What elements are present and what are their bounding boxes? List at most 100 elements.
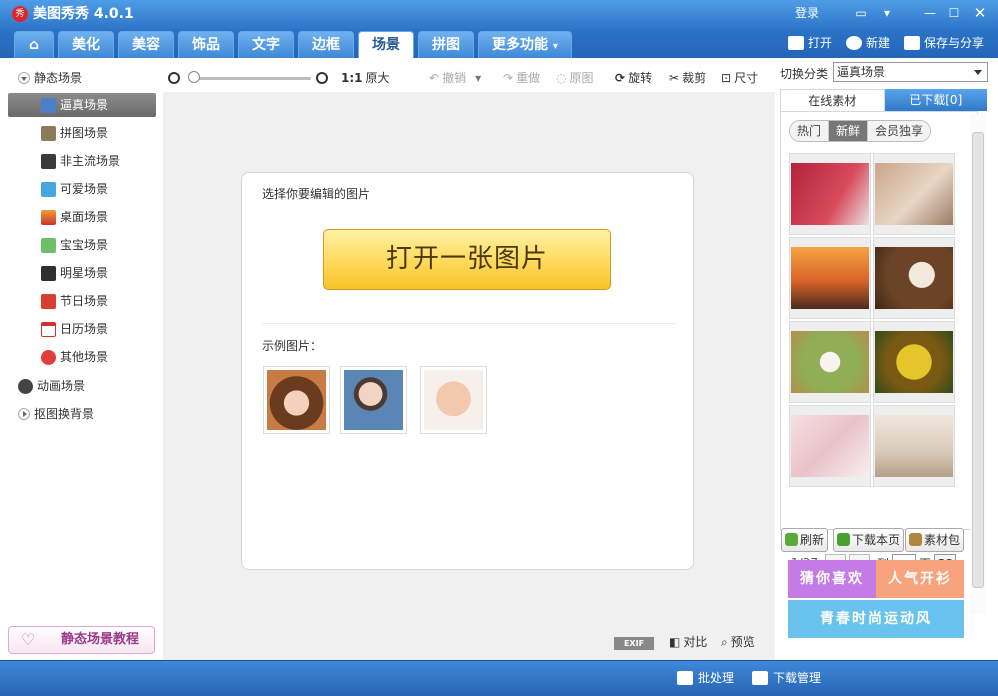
undo-button[interactable]: ↶ 撤销 ▾ xyxy=(429,66,481,90)
sidebar-item-realistic[interactable]: 逼真场景 xyxy=(8,93,156,117)
sidebar-item-star[interactable]: 明星场景 xyxy=(8,261,156,285)
save-share-label: 保存与分享 xyxy=(923,36,984,50)
open-image-button[interactable]: 打开一张图片 xyxy=(323,229,611,290)
banner-youth-sport[interactable]: 青春时尚运动风 xyxy=(788,600,964,638)
zoom-slider[interactable] xyxy=(193,77,311,80)
tab-online-materials[interactable]: 在线素材 xyxy=(780,89,885,111)
sample-image-girl[interactable] xyxy=(263,366,330,434)
heart-icon xyxy=(41,349,56,365)
download-manager-button[interactable]: 下载管理 xyxy=(752,669,821,687)
preview-button[interactable]: ⌕ 预览 xyxy=(721,632,755,652)
scroll-up-icon[interactable] xyxy=(972,116,984,128)
chevron-down-icon: ▾ xyxy=(552,41,558,52)
tutorial-button[interactable]: ♡ 静态场景教程 xyxy=(8,626,155,654)
material-thumb[interactable] xyxy=(789,405,871,487)
material-thumb[interactable] xyxy=(873,237,955,319)
batch-button[interactable]: 批处理 xyxy=(677,669,734,687)
sidebar-item-desktop[interactable]: 桌面场景 xyxy=(8,205,156,229)
sidebar-item-collage[interactable]: 拼图场景 xyxy=(8,121,156,145)
download-manager-label: 下载管理 xyxy=(773,671,822,685)
tab-downloaded[interactable]: 已下载[0] xyxy=(884,89,987,111)
tab-collage[interactable]: 拼图 xyxy=(418,31,474,58)
preview-label: 预览 xyxy=(730,635,755,649)
desktop-icon xyxy=(41,209,56,225)
festival-icon xyxy=(41,293,56,309)
redo-button[interactable]: ↷ 重做 xyxy=(503,66,540,90)
tab-beautify[interactable]: 美化 xyxy=(58,31,114,58)
original-button[interactable]: ◌ 原图 xyxy=(556,66,594,90)
new-button[interactable]: 新建 xyxy=(845,34,890,52)
open-image-panel: 选择你要编辑的图片 打开一张图片 示例图片： xyxy=(241,172,694,570)
sidebar-item-alternative[interactable]: 非主流场景 xyxy=(8,149,156,173)
refresh-button[interactable]: 刷新 xyxy=(781,528,829,552)
material-thumb[interactable] xyxy=(873,153,955,235)
category-select[interactable]: 逼真场景 xyxy=(833,62,988,82)
actual-size-button[interactable]: 1:1 原大 xyxy=(341,66,390,90)
tab-frame[interactable]: 边框 xyxy=(298,31,354,58)
material-thumb[interactable] xyxy=(789,237,871,319)
exif-button[interactable]: EXIF xyxy=(614,637,654,650)
scroll-down-icon[interactable] xyxy=(972,600,984,612)
open-button[interactable]: 打开 xyxy=(787,34,832,52)
tree-static-scenes[interactable]: 静态场景 xyxy=(18,68,82,88)
compare-button[interactable]: ◧ 对比 xyxy=(669,632,707,652)
sidebar-item-calendar[interactable]: 日历场景 xyxy=(8,317,156,341)
sidebar-item-baby[interactable]: 宝宝场景 xyxy=(8,233,156,257)
status-bar: 批处理 下载管理 xyxy=(0,660,998,696)
sample-image-woman[interactable] xyxy=(340,366,407,434)
menu-icon[interactable]: ▾ xyxy=(877,3,897,23)
expand-icon xyxy=(18,408,30,420)
refresh-label: 刷新 xyxy=(800,533,825,547)
subtab-vip[interactable]: 会员独享 xyxy=(868,121,931,141)
scrollbar-thumb[interactable] xyxy=(972,132,984,588)
tab-scene[interactable]: 场景 xyxy=(358,31,414,58)
sidebar-item-label: 宝宝场景 xyxy=(60,238,109,252)
sample-image-baby[interactable] xyxy=(420,366,487,434)
close-icon[interactable]: ✕ xyxy=(970,3,990,23)
folder-icon xyxy=(787,36,804,50)
subtab-hot[interactable]: 热门 xyxy=(790,121,830,141)
tab-beauty[interactable]: 美容 xyxy=(118,31,174,58)
download-page-button[interactable]: 下载本页 xyxy=(833,528,905,552)
material-thumb[interactable] xyxy=(873,405,955,487)
login-link[interactable]: 登录 xyxy=(793,3,821,23)
zoom-slider-handle[interactable] xyxy=(188,71,200,83)
new-label: 新建 xyxy=(865,36,890,50)
size-button[interactable]: ⊡ 尺寸 xyxy=(721,66,758,90)
message-icon[interactable]: ▭ xyxy=(851,3,871,23)
sidebar-item-festival[interactable]: 节日场景 xyxy=(8,289,156,313)
tree-matting[interactable]: 抠图换背景 xyxy=(18,404,94,424)
app-title: 美图秀秀 4.0.1 xyxy=(33,6,134,22)
material-subtabs: 热门 新鲜 会员独享 xyxy=(789,120,932,142)
sidebar-item-other[interactable]: 其他场景 xyxy=(8,345,156,369)
tab-home[interactable]: ⌂ xyxy=(14,31,54,58)
sidebar-item-cute[interactable]: 可爱场景 xyxy=(8,177,156,201)
rotate-button[interactable]: ⟳ 旋转 xyxy=(615,66,652,90)
material-thumb[interactable] xyxy=(789,153,871,235)
material-pack-button[interactable]: 素材包 xyxy=(905,528,965,552)
tab-text[interactable]: 文字 xyxy=(238,31,294,58)
zoom-in-button[interactable] xyxy=(316,66,328,90)
original-label: 原图 xyxy=(569,71,594,85)
chevron-down-icon: ▾ xyxy=(475,71,482,85)
material-thumb[interactable] xyxy=(873,321,955,403)
crop-button[interactable]: ✂ 裁剪 xyxy=(669,66,706,90)
subtab-new[interactable]: 新鲜 xyxy=(829,121,869,141)
minimize-icon[interactable]: — xyxy=(920,3,940,23)
original-icon: ◌ xyxy=(556,71,567,85)
save-share-button[interactable]: 保存与分享 xyxy=(903,34,984,52)
tab-accessories[interactable]: 饰品 xyxy=(178,31,234,58)
undo-label: 撤销 xyxy=(442,71,467,85)
open-label: 打开 xyxy=(807,36,832,50)
app-logo-icon: 秀 xyxy=(12,6,28,22)
material-thumb[interactable] xyxy=(789,321,871,403)
maximize-icon[interactable]: ☐ xyxy=(944,3,964,23)
banner-guess-you-like[interactable]: 猜你喜欢 xyxy=(788,560,876,598)
banner-popular[interactable]: 人气开衫 xyxy=(876,560,964,598)
tab-more[interactable]: 更多功能 ▾ xyxy=(478,31,572,58)
zoom-out-button[interactable] xyxy=(168,66,180,90)
ratio-label: 1:1 xyxy=(341,71,363,85)
scissors-icon: ✂ xyxy=(669,71,680,85)
material-scrollbar[interactable] xyxy=(970,114,986,614)
tree-animated-scenes[interactable]: 动画场景 xyxy=(18,376,85,396)
